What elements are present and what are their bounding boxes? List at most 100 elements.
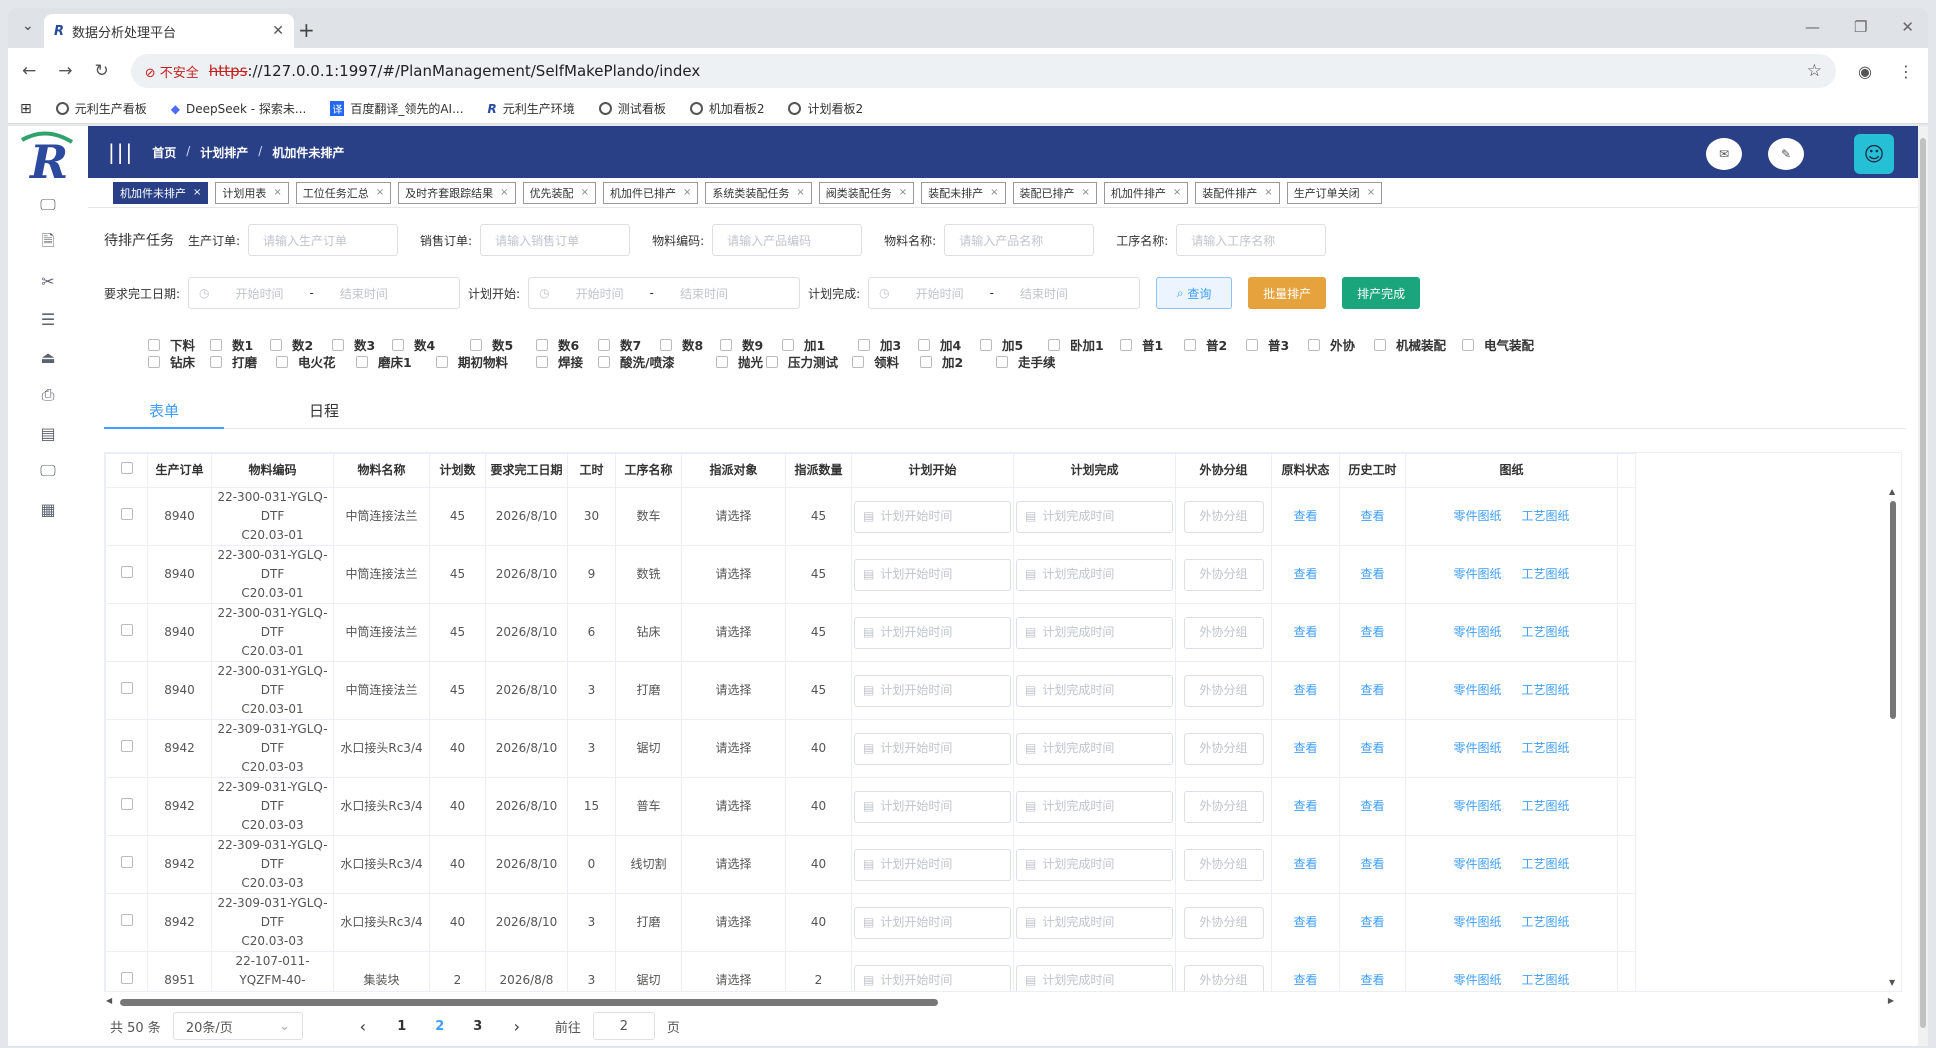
plan-start-picker[interactable]: ▤ 计划开始时间 xyxy=(854,906,1011,939)
process-checkbox[interactable]: 抛光 xyxy=(716,352,763,371)
tag-item[interactable]: 计划用表 × xyxy=(215,181,289,204)
plan-start-range[interactable]: ◷ 开始时间 - 结束时间 xyxy=(528,277,801,309)
row-checkbox[interactable] xyxy=(120,566,133,578)
part-drawing-link[interactable]: 零件图纸 xyxy=(1453,973,1501,987)
row-checkbox[interactable] xyxy=(120,682,133,694)
tag-item[interactable]: 工位任务汇总 × xyxy=(295,181,392,204)
bookmark-item[interactable]: 元利生产看板 xyxy=(55,100,147,117)
plan-end-range[interactable]: ◷ 开始时间 - 结束时间 xyxy=(868,277,1141,309)
checkbox-icon[interactable] xyxy=(920,355,932,368)
row-checkbox[interactable] xyxy=(120,624,133,636)
material-status-link[interactable]: 查看 xyxy=(1293,915,1317,929)
checkbox-icon[interactable] xyxy=(392,338,404,351)
monitor-icon[interactable]: 🖵 xyxy=(8,186,88,224)
checkbox-icon[interactable] xyxy=(210,355,222,368)
craft-drawing-link[interactable]: 工艺图纸 xyxy=(1522,799,1570,813)
material-status-link[interactable]: 查看 xyxy=(1293,973,1317,987)
forward-button[interactable]: → xyxy=(58,61,72,81)
process-checkbox[interactable]: 磨床1 xyxy=(356,352,412,371)
process-checkbox[interactable]: 机械装配 xyxy=(1374,335,1446,354)
back-button[interactable]: ← xyxy=(22,61,36,81)
material-status-link[interactable]: 查看 xyxy=(1293,683,1317,697)
process-checkbox[interactable]: 电气装配 xyxy=(1462,335,1534,354)
plan-end-picker[interactable]: ▤ 计划完成时间 xyxy=(1016,558,1173,591)
insecure-badge[interactable]: ⊘ 不安全 xyxy=(145,62,199,81)
part-drawing-link[interactable]: 零件图纸 xyxy=(1453,567,1501,581)
plan-end-picker[interactable]: ▤ 计划完成时间 xyxy=(1016,848,1173,881)
process-checkbox[interactable]: 电火花 xyxy=(276,352,336,371)
restore-button[interactable]: ❐ xyxy=(1854,18,1867,36)
material-status-link[interactable]: 查看 xyxy=(1293,799,1317,813)
checkbox-icon[interactable] xyxy=(1308,338,1320,351)
bookmark-item[interactable]: 译百度翻译_领先的AI... xyxy=(330,100,464,117)
history-hours-link[interactable]: 查看 xyxy=(1360,509,1384,523)
plan-start-picker[interactable]: ▤ 计划开始时间 xyxy=(854,848,1011,881)
part-drawing-link[interactable]: 零件图纸 xyxy=(1453,857,1501,871)
checkbox-icon[interactable] xyxy=(1120,338,1132,351)
checkbox-icon[interactable] xyxy=(1048,338,1060,351)
material-status-link[interactable]: 查看 xyxy=(1293,625,1317,639)
tag-item[interactable]: 装配未排产 × xyxy=(921,181,1006,204)
plan-start-picker[interactable]: ▤ 计划开始时间 xyxy=(854,790,1011,823)
checkbox-icon[interactable] xyxy=(536,355,548,368)
row-checkbox[interactable] xyxy=(120,972,133,984)
tag-item[interactable]: 机加件未排产 × xyxy=(113,181,209,204)
history-hours-link[interactable]: 查看 xyxy=(1360,799,1384,813)
process-input[interactable]: 请输入工序名称 xyxy=(1176,224,1327,256)
outsource-group-input[interactable]: 外协分组 xyxy=(1183,500,1264,533)
history-hours-link[interactable]: 查看 xyxy=(1360,567,1384,581)
checkbox-icon[interactable] xyxy=(536,338,548,351)
checkbox-icon[interactable] xyxy=(210,338,222,351)
query-button[interactable]: ⌕ 查询 xyxy=(1156,277,1233,309)
process-checkbox[interactable]: 领料 xyxy=(852,352,899,371)
close-icon[interactable]: × xyxy=(683,187,691,198)
checkbox-icon[interactable] xyxy=(332,338,344,351)
plan-start-picker[interactable]: ▤ 计划开始时间 xyxy=(854,674,1011,707)
table-vertical-scrollbar[interactable]: ▲ ▼ xyxy=(1889,487,1897,987)
due-date-range[interactable]: ◷ 开始时间 - 结束时间 xyxy=(188,277,461,309)
browser-tab[interactable]: R 数据分析处理平台 ✕ xyxy=(44,14,294,48)
history-hours-link[interactable]: 查看 xyxy=(1360,741,1384,755)
row-checkbox[interactable] xyxy=(120,798,133,810)
part-drawing-link[interactable]: 零件图纸 xyxy=(1453,683,1501,697)
process-checkbox[interactable]: 钻床 xyxy=(148,352,195,371)
plan-end-picker[interactable]: ▤ 计划完成时间 xyxy=(1016,732,1173,765)
checkbox-icon[interactable] xyxy=(356,355,368,368)
plan-end-picker[interactable]: ▤ 计划完成时间 xyxy=(1016,906,1173,939)
assign-select[interactable]: 请选择 xyxy=(681,661,786,720)
outsource-group-input[interactable]: 外协分组 xyxy=(1183,848,1264,881)
assign-select[interactable]: 请选择 xyxy=(681,719,786,778)
process-checkbox[interactable]: 普3 xyxy=(1246,335,1289,354)
checkbox-icon[interactable] xyxy=(470,338,482,351)
material-status-link[interactable]: 查看 xyxy=(1293,741,1317,755)
checkbox-icon[interactable] xyxy=(766,355,778,368)
craft-drawing-link[interactable]: 工艺图纸 xyxy=(1522,683,1570,697)
profile-icon[interactable]: ◉ xyxy=(1858,62,1872,81)
checkbox-icon[interactable] xyxy=(858,338,870,351)
process-checkbox[interactable]: 卧加1 xyxy=(1048,335,1104,354)
outsource-group-input[interactable]: 外协分组 xyxy=(1183,674,1264,707)
row-checkbox[interactable] xyxy=(120,914,133,926)
material-status-link[interactable]: 查看 xyxy=(1293,857,1317,871)
tag-item[interactable]: 及时齐套跟踪结果 × xyxy=(398,181,516,204)
history-hours-link[interactable]: 查看 xyxy=(1360,857,1384,871)
menu-icon[interactable]: ⋮ xyxy=(1898,62,1914,81)
prod-order-input[interactable]: 请输入生产订单 xyxy=(248,224,399,256)
process-checkbox[interactable]: 加2 xyxy=(920,352,963,371)
bookmark-item[interactable]: R 元利生产环境 xyxy=(488,100,575,117)
row-checkbox[interactable] xyxy=(120,508,133,520)
checkbox-icon[interactable] xyxy=(782,338,794,351)
assign-select[interactable]: 请选择 xyxy=(681,487,786,546)
schedule-done-button[interactable]: 排产完成 xyxy=(1342,277,1421,309)
plan-end-picker[interactable]: ▤ 计划完成时间 xyxy=(1016,616,1173,649)
checkbox-icon[interactable] xyxy=(598,355,610,368)
assign-select[interactable]: 请选择 xyxy=(681,893,786,952)
outsource-group-input[interactable]: 外协分组 xyxy=(1183,964,1264,991)
checkbox-icon[interactable] xyxy=(1246,338,1258,351)
process-checkbox[interactable]: 普1 xyxy=(1120,335,1163,354)
outsource-group-input[interactable]: 外协分组 xyxy=(1183,790,1264,823)
bookmark-item[interactable]: 机加看板2 xyxy=(689,100,764,117)
menu-toggle-icon[interactable]: ||| xyxy=(108,140,134,164)
craft-drawing-link[interactable]: 工艺图纸 xyxy=(1522,567,1570,581)
tag-item[interactable]: 系统类装配任务 × xyxy=(705,181,812,204)
